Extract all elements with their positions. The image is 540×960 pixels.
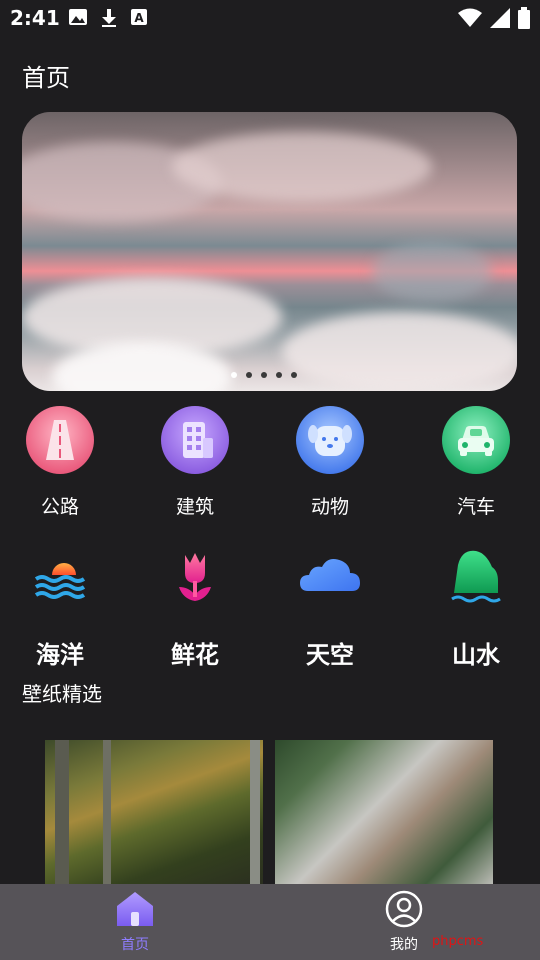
user-icon <box>385 890 423 928</box>
category-label: 建筑 <box>175 496 214 518</box>
category-flower[interactable]: 鲜花 <box>145 545 245 670</box>
category-label: 天空 <box>306 641 354 669</box>
banner-dot[interactable] <box>231 372 237 378</box>
banner-dot[interactable] <box>291 372 297 378</box>
tree-trunk <box>55 740 69 890</box>
road-icon <box>26 406 94 474</box>
a-box-icon: A <box>131 9 147 25</box>
watermark: phpcms <box>432 934 484 949</box>
banner-cloud <box>372 242 492 302</box>
tab-home[interactable]: 首页 <box>75 890 195 954</box>
flower-icon <box>179 553 211 601</box>
car-icon <box>442 406 510 474</box>
home-icon <box>117 892 153 926</box>
category-sea[interactable]: 海洋 <box>10 545 110 670</box>
tab-home-label: 首页 <box>121 937 149 953</box>
banner-dot[interactable] <box>261 372 267 378</box>
category-car[interactable]: 汽车 <box>426 406 526 519</box>
category-label: 海洋 <box>36 641 84 669</box>
category-road[interactable]: 公路 <box>10 406 110 519</box>
category-building[interactable]: 建筑 <box>145 406 245 519</box>
banner-dot[interactable] <box>246 372 252 378</box>
tree-trunk <box>250 740 260 890</box>
category-label: 汽车 <box>456 496 495 518</box>
banner-carousel[interactable] <box>22 112 517 391</box>
svg-text:A: A <box>134 11 144 25</box>
wallpaper-thumbnail[interactable] <box>275 740 493 890</box>
banner-indicator <box>231 372 297 378</box>
category-label: 公路 <box>40 496 79 518</box>
image-icon <box>69 9 87 25</box>
dog-icon <box>296 406 364 474</box>
battery-icon <box>518 7 530 29</box>
page-title: 首页 <box>22 64 70 92</box>
wifi-icon <box>458 8 482 27</box>
status-time: 2:41 <box>10 6 60 30</box>
cloud-icon <box>300 559 360 591</box>
category-label: 动物 <box>310 496 349 518</box>
building-icon <box>161 406 229 474</box>
section-title: 壁纸精选 <box>22 682 102 706</box>
wallpaper-thumbnail[interactable] <box>45 740 263 890</box>
signal-icon <box>490 8 510 28</box>
mountain-water-icon <box>451 550 501 603</box>
sea-sunset-icon <box>34 563 86 599</box>
tree-trunk <box>103 740 111 890</box>
status-left-icons: A <box>68 8 148 28</box>
category-row-1: 公路 建筑 动物 汽车 <box>0 406 540 526</box>
download-icon <box>102 9 116 27</box>
category-label: 鲜花 <box>171 641 219 669</box>
category-sky[interactable]: 天空 <box>280 545 380 670</box>
banner-cloud <box>282 312 517 391</box>
category-animal[interactable]: 动物 <box>280 406 380 519</box>
banner-dot[interactable] <box>276 372 282 378</box>
category-landscape[interactable]: 山水 <box>426 545 526 670</box>
category-row-2: 海洋 鲜花 天空 山水 <box>0 545 540 669</box>
status-bar: 2:41 A <box>0 0 540 36</box>
status-right-icons <box>458 7 530 29</box>
banner-cloud <box>172 132 432 202</box>
category-label: 山水 <box>452 641 500 669</box>
